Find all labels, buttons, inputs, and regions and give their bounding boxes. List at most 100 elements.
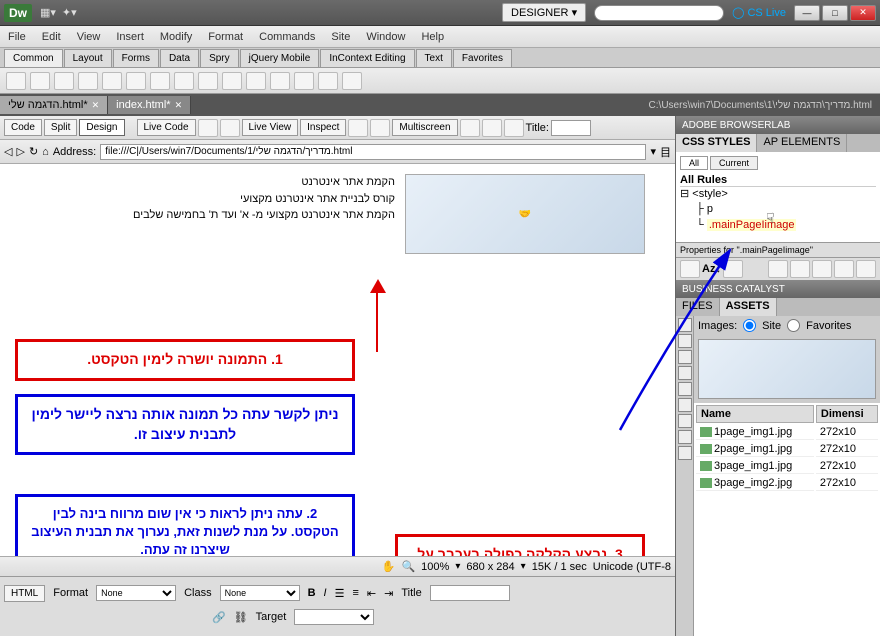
forward-icon[interactable]: ▷ [16, 145, 24, 158]
all-button[interactable]: All [680, 156, 708, 170]
menu-commands[interactable]: Commands [259, 31, 315, 43]
dimensions-column[interactable]: Dimensi [816, 405, 878, 423]
maximize-button[interactable]: □ [822, 5, 848, 21]
css-styles-tab[interactable]: CSS STYLES [676, 134, 757, 152]
tab-jquery[interactable]: jQuery Mobile [240, 49, 320, 67]
business-catalyst-header[interactable]: BUSINESS CATALYST [676, 280, 880, 298]
design-canvas[interactable]: הקמת אתר אינטרנט קורס לבניית אתר אינטרנט… [0, 164, 675, 556]
doc-tab-1[interactable]: הדגמה שלי.html*✕ [0, 96, 108, 114]
div-icon[interactable] [102, 72, 122, 90]
image-icon[interactable] [126, 72, 146, 90]
shockwave-asset-icon[interactable] [678, 382, 692, 396]
ap-elements-tab[interactable]: AP ELEMENTS [757, 134, 847, 152]
urls-asset-icon[interactable] [678, 350, 692, 364]
back-icon[interactable]: ◁ [4, 145, 12, 158]
settings-icon[interactable]: 目 [660, 144, 671, 160]
widget-icon[interactable] [174, 72, 194, 90]
list-ol-icon[interactable]: ≡ [352, 587, 358, 599]
menu-edit[interactable]: Edit [42, 31, 61, 43]
browserlab-panel-header[interactable]: ADOBE BROWSERLAB [676, 116, 880, 134]
close-icon[interactable]: ✕ [92, 100, 100, 111]
close-icon[interactable]: ✕ [175, 100, 183, 111]
refresh-icon[interactable] [370, 119, 390, 137]
delete-rule-icon[interactable] [856, 260, 876, 278]
target-select[interactable] [294, 609, 374, 625]
table-icon[interactable] [78, 72, 98, 90]
set-props-icon[interactable] [723, 260, 743, 278]
edit-rule-icon[interactable] [812, 260, 832, 278]
italic-button[interactable]: I [324, 587, 327, 599]
asset-row[interactable]: 2page_img1.jpg272x10 [696, 442, 878, 457]
current-button[interactable]: Current [710, 156, 758, 170]
images-asset-icon[interactable] [678, 318, 692, 332]
script-icon[interactable] [294, 72, 314, 90]
asset-row[interactable]: 3page_img2.jpg272x10 [696, 476, 878, 491]
menu-format[interactable]: Format [208, 31, 243, 43]
ssi-icon[interactable] [222, 72, 242, 90]
head-icon[interactable] [270, 72, 290, 90]
category-view-icon[interactable] [680, 260, 700, 278]
refresh-icon[interactable]: ↻ [29, 145, 38, 158]
asset-row[interactable]: 1page_img1.jpg272x10 [696, 425, 878, 440]
tab-spry[interactable]: Spry [200, 49, 239, 67]
minimize-button[interactable]: — [794, 5, 820, 21]
page-image[interactable]: 🤝 [405, 174, 645, 254]
colors-asset-icon[interactable] [678, 334, 692, 348]
templates-icon[interactable] [318, 72, 338, 90]
flash-asset-icon[interactable] [678, 366, 692, 380]
design-view-button[interactable]: Design [79, 119, 124, 136]
menu-window[interactable]: Window [366, 31, 405, 43]
files-tab[interactable]: FILES [676, 298, 720, 316]
outdent-icon[interactable]: ⇤ [367, 587, 376, 600]
livecode-button[interactable]: Live Code [137, 119, 196, 136]
tab-data[interactable]: Data [160, 49, 199, 67]
split-view-button[interactable]: Split [44, 119, 77, 136]
visual-aids-icon[interactable] [460, 119, 480, 137]
check-icon[interactable] [504, 119, 524, 137]
name-column[interactable]: Name [696, 405, 814, 423]
multiscreen-button[interactable]: Multiscreen [392, 119, 457, 136]
extend-icon[interactable]: ✦▾ [62, 6, 77, 19]
menu-site[interactable]: Site [331, 31, 350, 43]
zoom-level[interactable]: 100% [421, 561, 449, 573]
assets-tab[interactable]: ASSETS [720, 298, 777, 316]
go-icon[interactable]: ▾ [650, 145, 656, 158]
menu-file[interactable]: File [8, 31, 26, 43]
format-select[interactable]: None [96, 585, 176, 601]
link-icon[interactable]: 🔗 [212, 611, 226, 624]
browser-icon[interactable] [348, 119, 368, 137]
az-sort-icon[interactable]: Aᴢ↓ [702, 263, 721, 275]
search-input[interactable] [594, 5, 724, 21]
tab-incontext[interactable]: InContext Editing [320, 49, 414, 67]
address-input[interactable] [100, 144, 646, 160]
list-ul-icon[interactable]: ☰ [335, 587, 345, 600]
cslive-button[interactable]: ◯ CS Live [732, 6, 786, 19]
tab-common[interactable]: Common [4, 49, 63, 67]
tab-text[interactable]: Text [416, 49, 452, 67]
media-icon[interactable] [150, 72, 170, 90]
menu-view[interactable]: View [77, 31, 101, 43]
validate-icon[interactable] [482, 119, 502, 137]
library-asset-icon[interactable] [678, 446, 692, 460]
hyperlink-icon[interactable] [6, 72, 26, 90]
close-button[interactable]: ✕ [850, 5, 876, 21]
inspect-icon[interactable] [198, 119, 218, 137]
menu-modify[interactable]: Modify [160, 31, 192, 43]
layout-icon[interactable]: ▦▾ [40, 6, 56, 19]
anchor-icon[interactable] [54, 72, 74, 90]
unlink-icon[interactable]: ⛓ [234, 611, 248, 624]
scripts-asset-icon[interactable] [678, 414, 692, 428]
asset-row[interactable]: 3page_img1.jpg272x10 [696, 459, 878, 474]
html-props-button[interactable]: HTML [4, 585, 45, 602]
workspace-switcher[interactable]: DESIGNER ▾ [502, 3, 586, 22]
menu-insert[interactable]: Insert [116, 31, 144, 43]
movies-asset-icon[interactable] [678, 398, 692, 412]
attach-css-icon[interactable] [768, 260, 788, 278]
home-icon[interactable]: ⌂ [42, 146, 49, 158]
canvas-dimensions[interactable]: 680 x 284 [466, 561, 514, 573]
tab-layout[interactable]: Layout [64, 49, 112, 67]
menu-help[interactable]: Help [421, 31, 444, 43]
live-icon[interactable] [220, 119, 240, 137]
indent-icon[interactable]: ⇥ [384, 587, 393, 600]
tab-forms[interactable]: Forms [113, 49, 159, 67]
